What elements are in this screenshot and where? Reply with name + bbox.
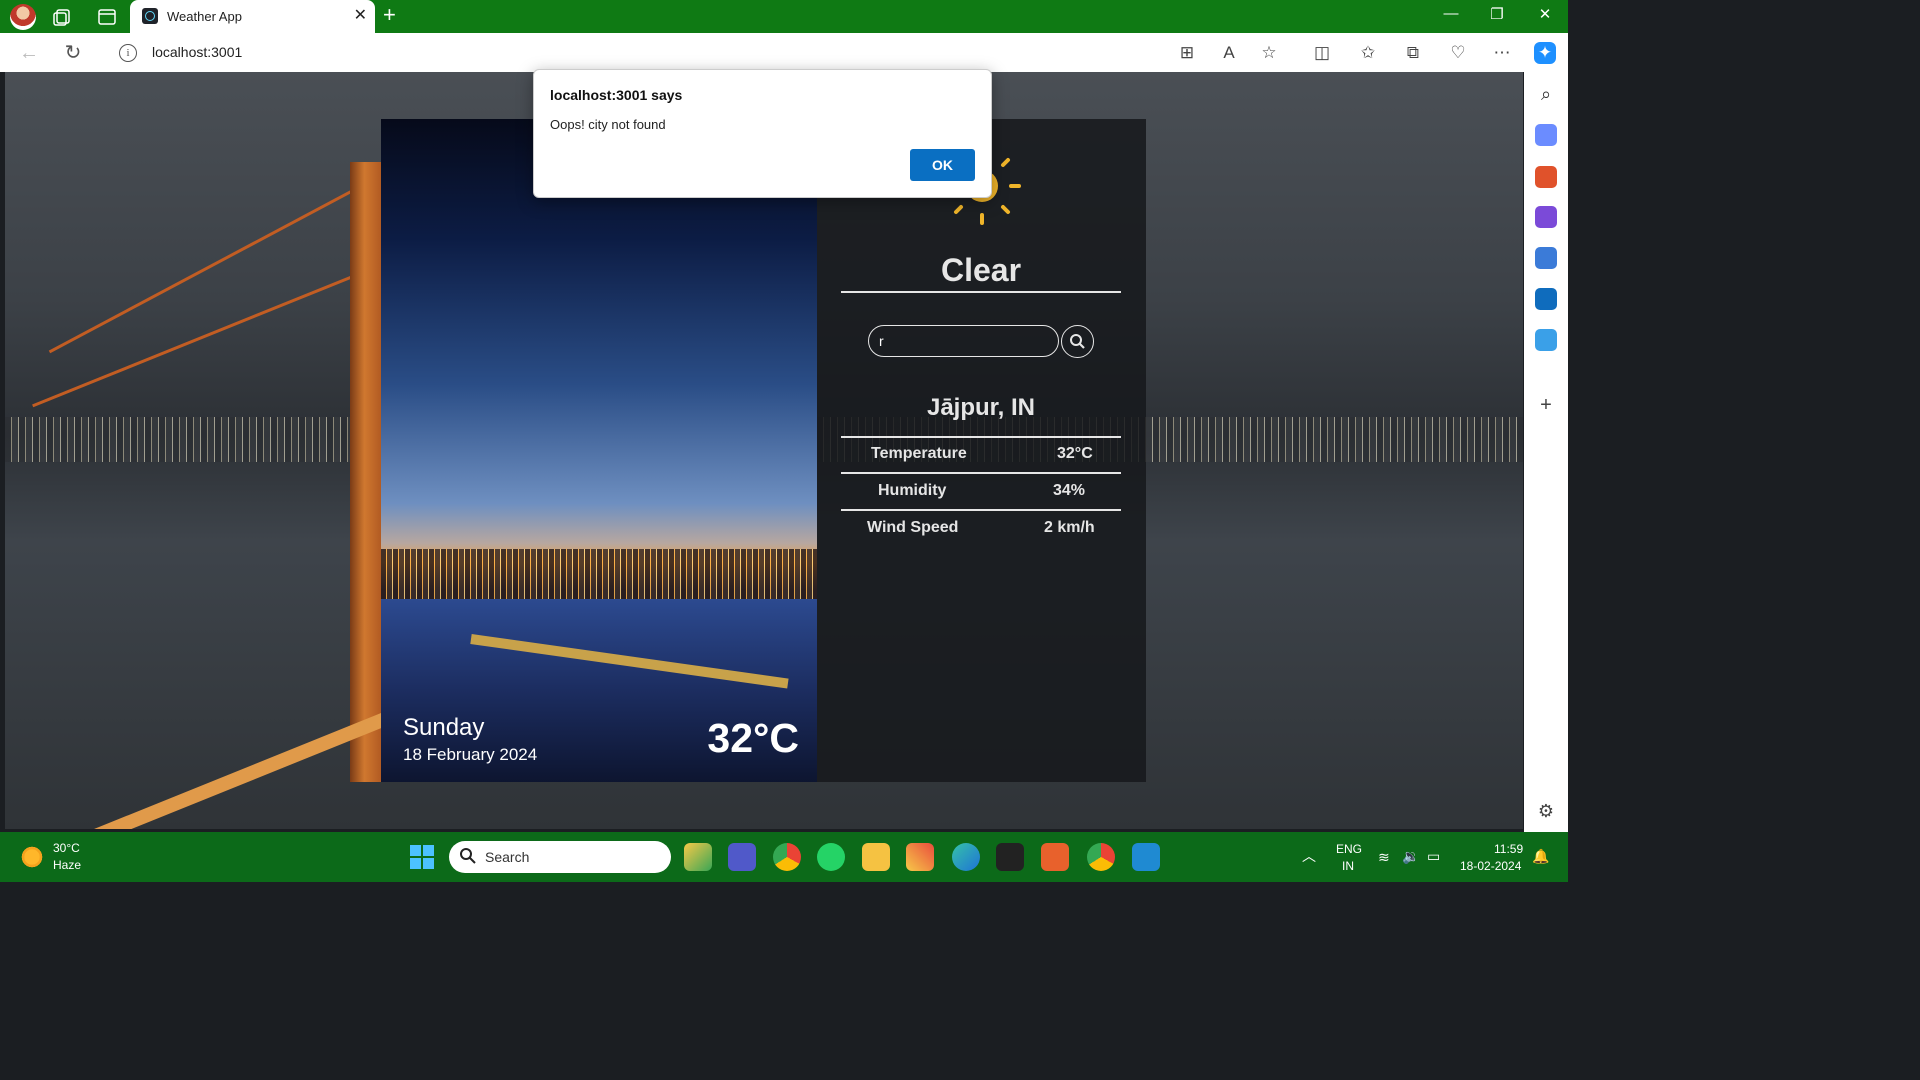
tray-chevron-icon[interactable]: ︿: [1302, 846, 1316, 866]
react-favicon-icon: [142, 8, 158, 24]
split-screen-icon[interactable]: ◫: [1311, 42, 1333, 64]
alert-message: Oops! city not found: [550, 117, 666, 132]
collections-icon[interactable]: ⧉: [1402, 42, 1424, 64]
city-location: Jājpur, IN: [926, 394, 1036, 421]
chrome-icon[interactable]: [773, 843, 801, 871]
terminal-icon[interactable]: [996, 843, 1024, 871]
url-text[interactable]: localhost:3001: [152, 44, 242, 60]
vscode-icon[interactable]: [1132, 843, 1160, 871]
divider: [841, 291, 1121, 293]
browser-essentials-icon[interactable]: ♡: [1447, 42, 1469, 64]
weather-widget-temp[interactable]: 30°C: [53, 841, 80, 855]
edge-sidebar: ⌕ + ⚙: [1524, 72, 1568, 832]
site-info-icon[interactable]: i: [119, 44, 137, 62]
read-aloud-icon[interactable]: A: [1218, 42, 1240, 64]
divider: [841, 436, 1121, 438]
taskbar-search-label: Search: [485, 849, 530, 865]
tab-weather-app[interactable]: Weather App ✕: [130, 0, 375, 33]
search-icon: [1070, 334, 1085, 349]
humidity-value: 34%: [1053, 482, 1086, 499]
battery-icon[interactable]: ▭: [1427, 848, 1440, 865]
chrome-icon[interactable]: [1087, 843, 1115, 871]
taskbar-search[interactable]: Search: [449, 841, 671, 873]
wifi-icon[interactable]: ≋: [1378, 849, 1390, 866]
notification-bell-icon[interactable]: 🔔: [1532, 848, 1549, 865]
refresh-icon[interactable]: ↻: [62, 42, 84, 64]
favorite-star-icon[interactable]: ☆: [1258, 42, 1280, 64]
search-button[interactable]: [1061, 325, 1094, 358]
sidebar-m365-icon[interactable]: [1535, 247, 1557, 269]
temperature-label: Temperature: [871, 445, 967, 462]
volume-icon[interactable]: 🔉: [1402, 848, 1419, 865]
search-icon: [460, 848, 476, 864]
copilot-icon[interactable]: ✦: [1534, 42, 1556, 64]
sidebar-add-icon[interactable]: +: [1535, 394, 1557, 416]
sidebar-tools-icon[interactable]: [1535, 166, 1557, 188]
taskbar-app-icon[interactable]: [684, 843, 712, 871]
sidebar-settings-icon[interactable]: ⚙: [1535, 800, 1557, 822]
weather-condition: Clear: [940, 252, 1022, 288]
city-skyline: [381, 549, 817, 599]
divider: [841, 509, 1121, 511]
humidity-label: Humidity: [878, 482, 947, 499]
city-search-input[interactable]: [868, 325, 1059, 357]
temperature-value: 32°C: [1057, 445, 1093, 462]
alert-title: localhost:3001 says: [550, 87, 683, 103]
language-bottom[interactable]: IN: [1342, 859, 1354, 873]
tab-title: Weather App: [167, 9, 242, 24]
wind-speed-label: Wind Speed: [867, 519, 959, 536]
windows-start-icon[interactable]: [408, 843, 436, 871]
weather-widget-icon[interactable]: [20, 845, 44, 869]
app-available-icon[interactable]: ⊞: [1176, 42, 1198, 64]
current-date: 18 February 2024: [403, 745, 538, 764]
more-options-icon[interactable]: ⋯: [1491, 42, 1513, 64]
address-bar: ← ↻ i localhost:3001 ⊞ A ☆ ◫ ✩ ⧉ ♡ ⋯ ✦: [0, 33, 1568, 72]
workspaces-icon[interactable]: [52, 6, 74, 28]
tab-close-button[interactable]: ✕: [354, 7, 367, 25]
windows-taskbar: 30°C Haze Search ︿ ENG IN ≋ 🔉 ▭ 11:59 18…: [0, 832, 1568, 882]
alert-ok-button[interactable]: OK: [910, 149, 975, 181]
back-arrow-icon[interactable]: ←: [18, 42, 40, 64]
file-explorer-icon[interactable]: [862, 843, 890, 871]
current-temperature: 32°C: [707, 715, 799, 761]
alert-dialog: localhost:3001 says Oops! city not found…: [533, 69, 992, 198]
divider: [841, 472, 1121, 474]
clock-date[interactable]: 18-02-2024: [1460, 859, 1521, 873]
close-window-button[interactable]: ✕: [1530, 5, 1560, 23]
browser-title-bar: Weather App ✕ + — ❐ ✕: [0, 0, 1568, 33]
sidebar-outlook-icon[interactable]: [1535, 288, 1557, 310]
whatsapp-icon[interactable]: [817, 843, 845, 871]
edge-icon[interactable]: [952, 843, 980, 871]
language-top[interactable]: ENG: [1336, 842, 1362, 856]
restore-button[interactable]: ❐: [1482, 5, 1512, 23]
weather-image-panel: Sunday 18 February 2024 32°C: [381, 119, 817, 782]
taskbar-app-icon[interactable]: [1041, 843, 1069, 871]
taskbar-app-icon[interactable]: [906, 843, 934, 871]
day-name: Sunday: [403, 714, 485, 741]
favorites-icon[interactable]: ✩: [1357, 42, 1379, 64]
wind-speed-value: 2 km/h: [1044, 519, 1095, 536]
sidebar-drop-icon[interactable]: [1535, 329, 1557, 351]
tab-actions-icon[interactable]: [96, 6, 118, 28]
weather-widget-desc[interactable]: Haze: [53, 858, 81, 872]
new-tab-button[interactable]: +: [383, 4, 403, 27]
clock-time[interactable]: 11:59: [1494, 842, 1523, 856]
weather-details-panel: Clear Jājpur, IN Temperature 32°C Humidi…: [817, 119, 1146, 782]
sidebar-search-icon[interactable]: ⌕: [1535, 84, 1557, 106]
bridge-deck: [30, 712, 388, 829]
url-field[interactable]: i localhost:3001: [103, 36, 1295, 69]
teams-icon[interactable]: [728, 843, 756, 871]
bridge-cable: [48, 172, 386, 354]
profile-avatar[interactable]: [10, 4, 36, 30]
minimize-button[interactable]: —: [1436, 5, 1466, 22]
sidebar-games-icon[interactable]: [1535, 206, 1557, 228]
sidebar-shopping-icon[interactable]: [1535, 124, 1557, 146]
bridge-cable: [32, 262, 386, 408]
